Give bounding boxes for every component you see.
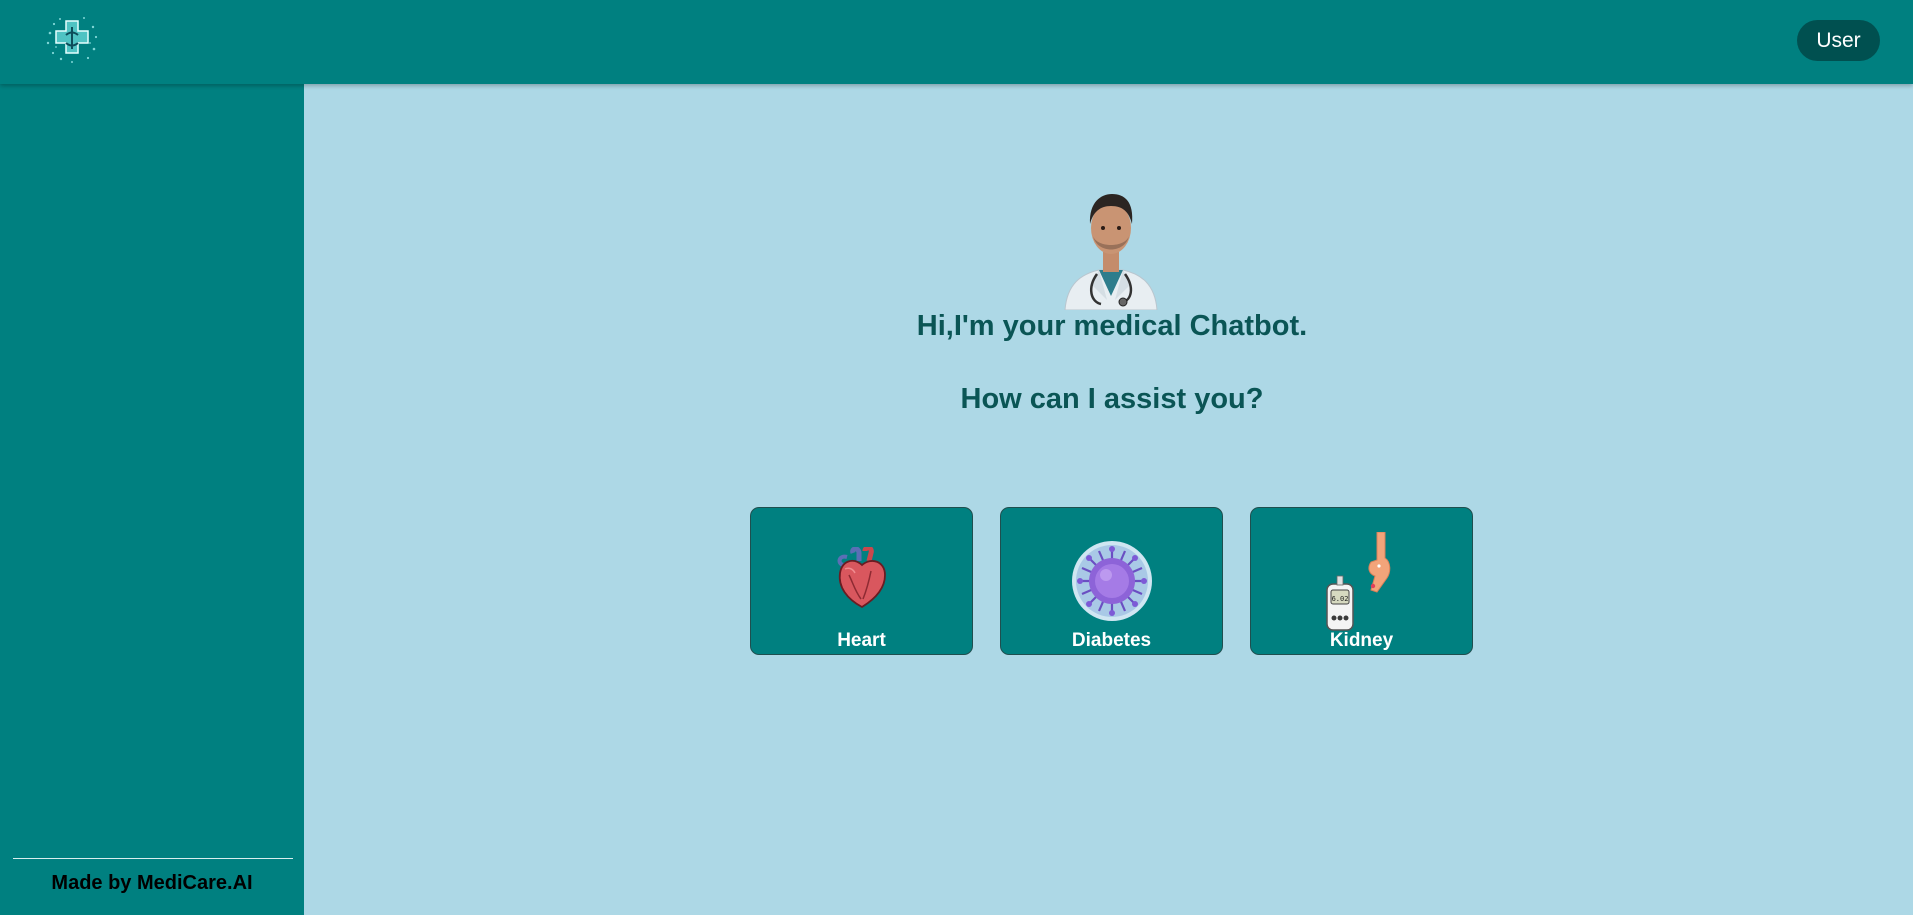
doctor-avatar-icon	[1061, 188, 1161, 311]
heart-card-button[interactable]: Heart	[750, 507, 973, 655]
greeting-heading: Hi,I'm your medical Chatbot.	[916, 310, 1308, 342]
assist-question-heading: How can I assist you?	[960, 383, 1264, 415]
medical-cross-logo-icon[interactable]	[44, 13, 100, 65]
main-content: Hi,I'm your medical Chatbot. How can I a…	[304, 84, 1913, 915]
diabetes-card-label: Diabetes	[1071, 630, 1152, 651]
sidebar-footer-credit: Made by MediCare.AI	[51, 872, 253, 894]
glucose-meter-icon: 6.02	[1325, 531, 1399, 632]
sidebar-divider	[13, 858, 293, 859]
svg-text:6.02: 6.02	[1331, 595, 1348, 603]
top-bar: User	[0, 0, 1913, 84]
kidney-card-label: Kidney	[1329, 630, 1394, 651]
kidney-card-button[interactable]: 6.02 Kidney	[1250, 507, 1473, 655]
user-button[interactable]: User	[1797, 20, 1880, 61]
heart-card-label: Heart	[837, 630, 886, 651]
sidebar: Made by MediCare.AI	[0, 84, 304, 915]
diabetes-card-button[interactable]: Diabetes	[1000, 507, 1223, 655]
virus-icon	[1071, 540, 1153, 622]
heart-icon	[835, 545, 889, 609]
